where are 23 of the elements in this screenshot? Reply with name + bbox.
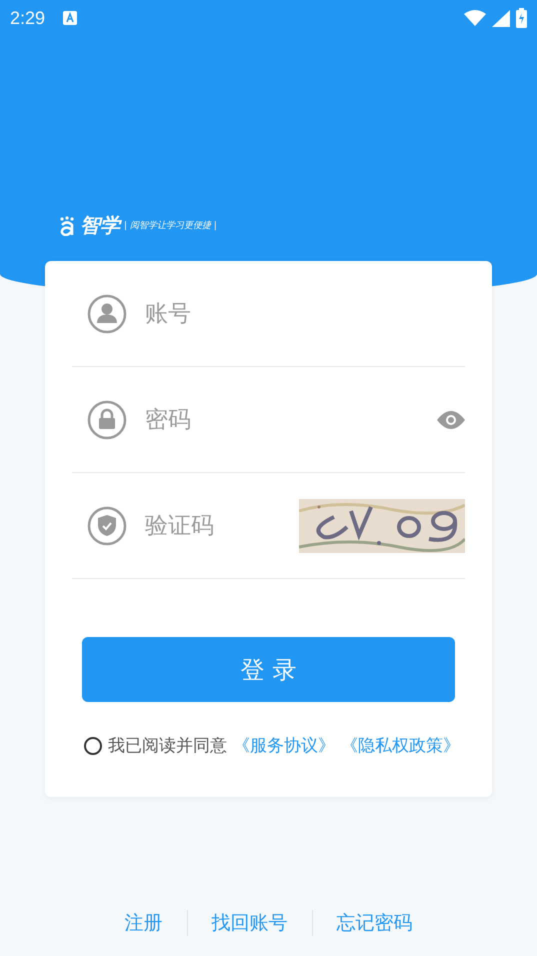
agreement-link[interactable]: 《隐私权政策》 <box>341 734 460 757</box>
wifi-icon <box>464 10 486 26</box>
logo-icon <box>58 216 76 236</box>
password-field[interactable]: 密码 <box>143 406 421 434</box>
footer-link[interactable]: 注册 <box>100 910 186 936</box>
agreement-checkbox[interactable] <box>84 736 102 754</box>
footer-link[interactable]: 找回账号 <box>186 910 312 936</box>
logo-slogan: | 阅智学让学习更便捷 | <box>124 220 217 232</box>
eye-icon[interactable] <box>437 410 465 428</box>
status-time: 2:29 <box>10 8 46 28</box>
login-button[interactable]: 登 录 <box>82 637 455 702</box>
keyboard-icon <box>63 11 78 25</box>
battery-icon <box>516 8 527 28</box>
account-field[interactable]: 账号 <box>143 300 465 328</box>
footer-link[interactable]: 忘记密码 <box>312 910 436 936</box>
user-icon <box>87 294 127 334</box>
logo-name: 智学 <box>80 212 120 239</box>
shield-icon <box>87 506 127 546</box>
agreement-link[interactable]: 《服务协议》 <box>233 734 335 757</box>
agreement-text: 我已阅读并同意 <box>108 735 227 757</box>
captcha-field[interactable]: 验证码 <box>143 512 283 540</box>
signal-icon <box>492 10 510 26</box>
lock-icon <box>87 400 127 440</box>
